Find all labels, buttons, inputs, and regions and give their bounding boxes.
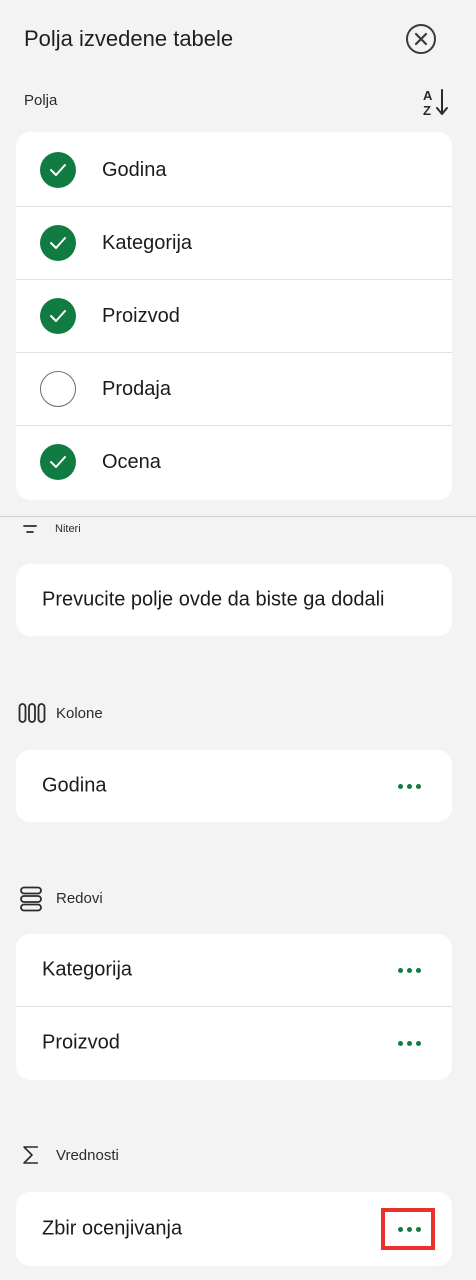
values-section-label: Vrednosti: [56, 1147, 119, 1164]
field-label: Ocena: [102, 450, 161, 473]
checkbox-unchecked[interactable]: [40, 371, 76, 407]
more-icon: [397, 967, 403, 973]
filter-icon: [23, 525, 37, 533]
filters-drop-zone[interactable]: Prevucite polje ovde da biste ga dodali: [16, 564, 452, 636]
sort-az-icon: A Z: [423, 88, 448, 118]
sigma-icon: [23, 1146, 38, 1164]
fields-section-label: Polja: [24, 92, 58, 109]
field-label: Proizvod: [102, 304, 180, 327]
filters-section-label: Niteri: [55, 523, 81, 535]
close-button[interactable]: [405, 23, 437, 55]
columns-item-godina[interactable]: Godina: [16, 750, 452, 822]
rows-section-label: Redovi: [56, 890, 103, 907]
checkmark-icon: [50, 164, 66, 176]
checkmark-icon: [50, 237, 66, 249]
highlight-box: [381, 1208, 435, 1250]
field-label: Zbir ocenjivanja: [42, 1217, 183, 1240]
field-label: Proizvod: [42, 1031, 120, 1054]
columns-icon: [18, 703, 46, 723]
field-label: Kategorija: [42, 958, 133, 981]
field-item-godina[interactable]: Godina: [16, 134, 452, 206]
field-item-kategorija[interactable]: Kategorija: [16, 206, 452, 279]
close-circle-icon: [406, 24, 436, 54]
more-icon: [397, 1040, 403, 1046]
more-options-button[interactable]: [392, 958, 426, 982]
field-item-ocena[interactable]: Ocena: [16, 425, 452, 498]
columns-list: Godina: [16, 750, 452, 822]
field-item-prodaja[interactable]: Prodaja: [16, 352, 452, 425]
svg-text:A: A: [423, 88, 433, 103]
field-label: Prodaja: [102, 377, 171, 400]
checkbox-checked[interactable]: [40, 225, 76, 261]
rows-item-proizvod[interactable]: Proizvod: [16, 1006, 452, 1079]
checkmark-icon: [50, 456, 66, 468]
svg-text:Z: Z: [423, 103, 431, 118]
rows-icon: [20, 886, 42, 912]
field-item-proizvod[interactable]: Proizvod: [16, 279, 452, 352]
drop-zone-placeholder: Prevucite polje ovde da biste ga dodali: [42, 588, 385, 611]
field-label: Godina: [102, 158, 167, 181]
fields-list: Godina Kategorija Proizvod Prodaja Ocena: [16, 132, 452, 500]
divider: [0, 516, 476, 517]
rows-list: Kategorija Proizvod: [16, 934, 452, 1080]
field-label: Godina: [42, 774, 107, 797]
checkbox-checked[interactable]: [40, 444, 76, 480]
columns-section-label: Kolone: [56, 705, 103, 722]
sort-button[interactable]: A Z: [420, 86, 452, 118]
more-icon: [397, 783, 403, 789]
page-title: Polja izvedene tabele: [24, 26, 234, 51]
field-label: Kategorija: [102, 231, 193, 254]
checkbox-checked[interactable]: [40, 298, 76, 334]
more-options-button[interactable]: [392, 1031, 426, 1055]
checkmark-icon: [50, 310, 66, 322]
checkbox-checked[interactable]: [40, 152, 76, 188]
more-options-button[interactable]: [392, 774, 426, 798]
rows-item-kategorija[interactable]: Kategorija: [16, 934, 452, 1006]
